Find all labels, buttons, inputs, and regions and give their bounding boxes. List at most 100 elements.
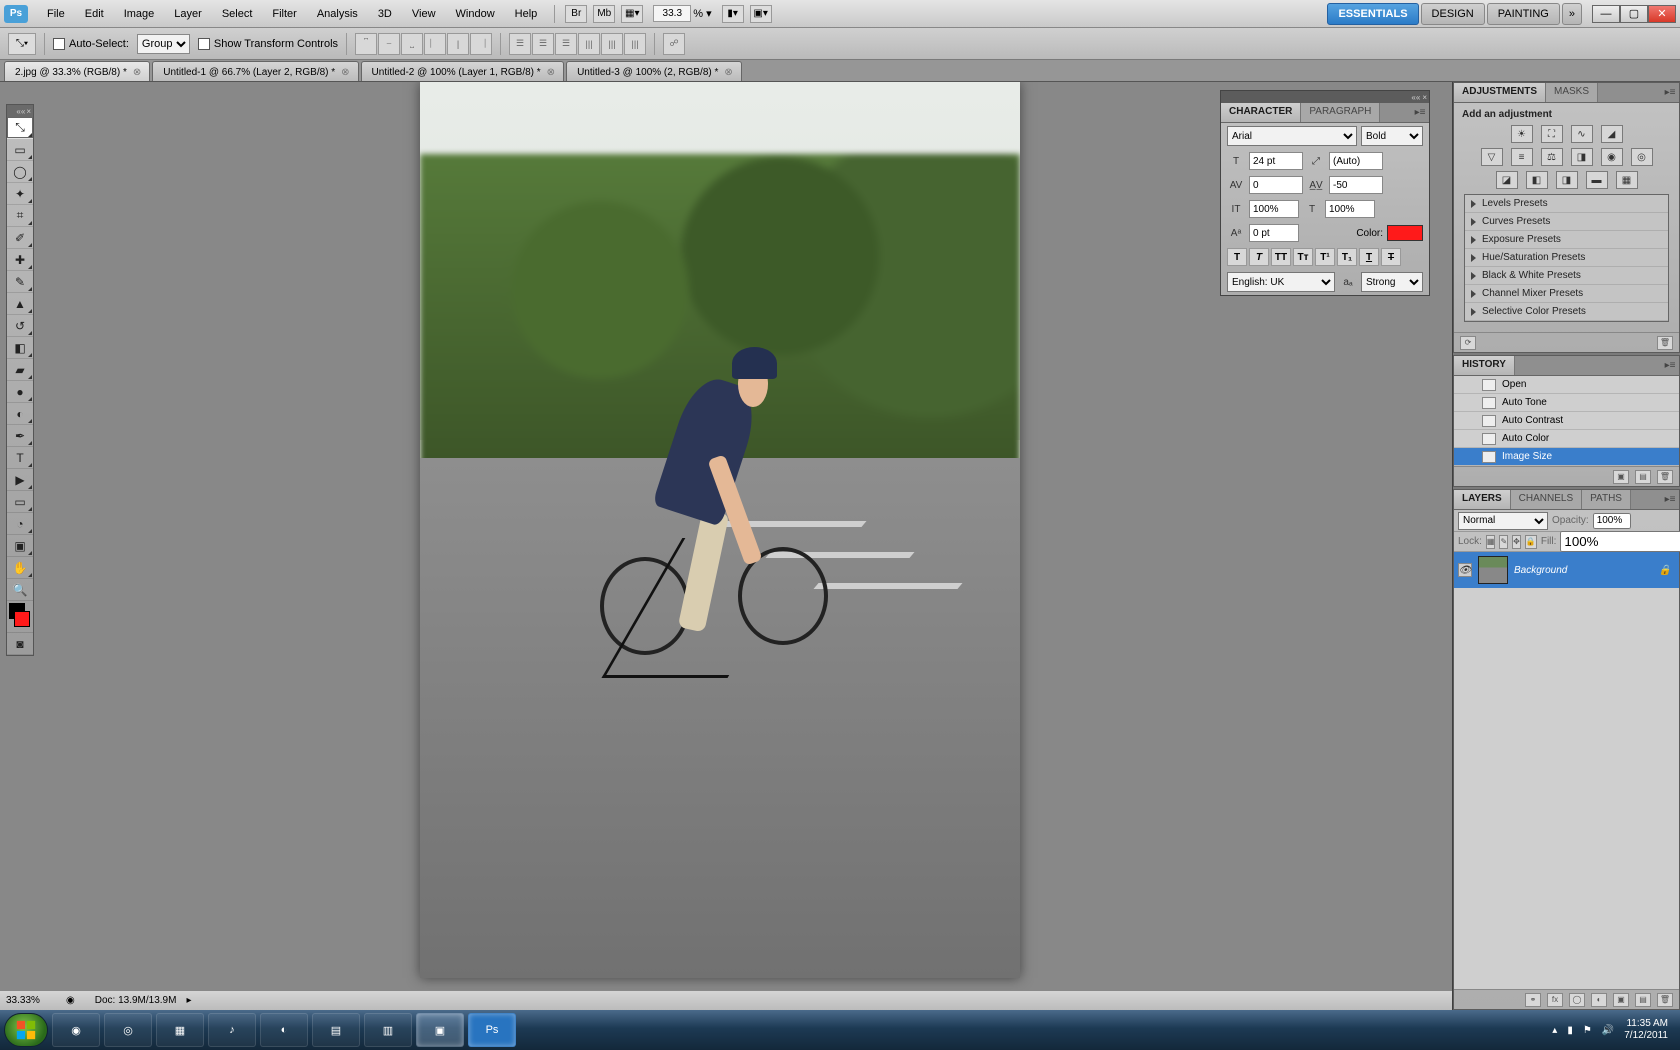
window-maximize[interactable]: ▢ bbox=[1620, 5, 1648, 23]
arrange-docs-icon[interactable]: ▮▾ bbox=[722, 5, 744, 23]
menu-filter[interactable]: Filter bbox=[263, 5, 305, 23]
lock-pixels-icon[interactable]: ▦ bbox=[1486, 535, 1496, 549]
blend-mode-select[interactable]: Normal bbox=[1458, 512, 1548, 530]
show-transform-checkbox[interactable]: Show Transform Controls bbox=[198, 38, 338, 50]
dist-top[interactable]: ☰ bbox=[509, 33, 531, 55]
taskbar-itunes[interactable]: ♪ bbox=[208, 1013, 256, 1047]
curves-icon[interactable]: ∿ bbox=[1571, 125, 1593, 143]
quick-mask-toggle[interactable]: ◙ bbox=[7, 633, 33, 655]
text-color-swatch[interactable] bbox=[1387, 225, 1423, 241]
menu-layer[interactable]: Layer bbox=[165, 5, 211, 23]
lock-paint-icon[interactable]: ✎ bbox=[1499, 535, 1508, 549]
tab-channels[interactable]: CHANNELS bbox=[1511, 490, 1582, 509]
lock-move-icon[interactable]: ✥ bbox=[1512, 535, 1521, 549]
layer-thumbnail[interactable] bbox=[1478, 556, 1508, 584]
menu-help[interactable]: Help bbox=[506, 5, 547, 23]
tab-masks[interactable]: MASKS bbox=[1546, 83, 1598, 102]
window-minimize[interactable]: — bbox=[1592, 5, 1620, 23]
panel-menu-icon[interactable]: ▸≡ bbox=[1661, 356, 1679, 375]
superscript[interactable]: T¹ bbox=[1315, 248, 1335, 266]
gradient-tool[interactable]: ▰ bbox=[7, 359, 33, 381]
healing-tool[interactable]: ✚ bbox=[7, 249, 33, 271]
language-select[interactable]: English: UK bbox=[1227, 272, 1335, 292]
dist-bottom[interactable]: ☰ bbox=[555, 33, 577, 55]
channel-mixer-icon[interactable]: ◎ bbox=[1631, 148, 1653, 166]
adj-layer-icon[interactable]: ◐ bbox=[1591, 993, 1607, 1007]
menu-analysis[interactable]: Analysis bbox=[308, 5, 367, 23]
preset-item[interactable]: Hue/Saturation Presets bbox=[1465, 249, 1668, 267]
history-step[interactable]: Open bbox=[1454, 376, 1679, 394]
menu-3d[interactable]: 3D bbox=[369, 5, 401, 23]
zoom-tool[interactable]: 🔍 bbox=[7, 579, 33, 601]
window-close[interactable]: ✕ bbox=[1648, 5, 1676, 23]
threshold-icon[interactable]: ◨ bbox=[1556, 171, 1578, 189]
move-tool[interactable]: ⤡ bbox=[7, 117, 33, 139]
tab-layers[interactable]: LAYERS bbox=[1454, 490, 1511, 509]
workspace-more[interactable]: » bbox=[1562, 3, 1582, 25]
taskbar-app[interactable]: ▦ bbox=[156, 1013, 204, 1047]
tab-adjustments[interactable]: ADJUSTMENTS bbox=[1454, 83, 1546, 102]
screen-mode-icon[interactable]: ▣▾ bbox=[750, 5, 772, 23]
tray-arrow-icon[interactable]: ▴ bbox=[1552, 1025, 1557, 1036]
color-balance-icon[interactable]: ⚖ bbox=[1541, 148, 1563, 166]
history-step[interactable]: Auto Color bbox=[1454, 430, 1679, 448]
taskbar-window[interactable]: ▣ bbox=[416, 1013, 464, 1047]
path-select-tool[interactable]: ▶ bbox=[7, 469, 33, 491]
status-doc-size[interactable]: Doc: 13.9M/13.9M bbox=[95, 995, 177, 1006]
menu-image[interactable]: Image bbox=[115, 5, 164, 23]
layer-name[interactable]: Background bbox=[1514, 565, 1567, 576]
font-family-select[interactable]: Arial bbox=[1227, 126, 1357, 146]
tab-paths[interactable]: PATHS bbox=[1582, 490, 1631, 509]
align-right[interactable]: ⎹ bbox=[470, 33, 492, 55]
start-button[interactable] bbox=[4, 1013, 48, 1047]
panel-menu-icon[interactable]: ▸≡ bbox=[1661, 83, 1679, 102]
close-tab-icon[interactable]: ⊗ bbox=[133, 67, 141, 78]
taskbar-app2[interactable]: ◐ bbox=[260, 1013, 308, 1047]
dist-hcenter[interactable]: ||| bbox=[601, 33, 623, 55]
color-swatches[interactable] bbox=[7, 601, 33, 633]
document-tab[interactable]: Untitled-3 @ 100% (2, RGB/8) *⊗ bbox=[566, 61, 742, 81]
tray-network-icon[interactable]: ▮ bbox=[1567, 1025, 1573, 1036]
menu-select[interactable]: Select bbox=[213, 5, 262, 23]
pen-tool[interactable]: ✒ bbox=[7, 425, 33, 447]
3d-tool[interactable]: ◔ bbox=[7, 513, 33, 535]
auto-select-checkbox[interactable]: Auto-Select: bbox=[53, 38, 129, 50]
levels-icon[interactable]: ⛶ bbox=[1541, 125, 1563, 143]
eraser-tool[interactable]: ◧ bbox=[7, 337, 33, 359]
tray-action-icon[interactable]: ⚑ bbox=[1583, 1025, 1592, 1036]
crop-tool[interactable]: ⌗ bbox=[7, 205, 33, 227]
document-tab[interactable]: Untitled-2 @ 100% (Layer 1, RGB/8) *⊗ bbox=[361, 61, 565, 81]
photo-filter-icon[interactable]: ◉ bbox=[1601, 148, 1623, 166]
selective-color-icon[interactable]: ▦ bbox=[1616, 171, 1638, 189]
preset-item[interactable]: Exposure Presets bbox=[1465, 231, 1668, 249]
tab-character[interactable]: CHARACTER bbox=[1221, 103, 1301, 122]
leading-field[interactable] bbox=[1329, 152, 1383, 170]
minibridge-icon[interactable]: Mb bbox=[593, 5, 615, 23]
marquee-tool[interactable]: ▭ bbox=[7, 139, 33, 161]
collapse-icon[interactable]: «« bbox=[1411, 93, 1420, 102]
visibility-icon[interactable]: 👁 bbox=[1458, 563, 1472, 577]
taskbar-chrome[interactable]: ◉ bbox=[52, 1013, 100, 1047]
document-tab[interactable]: Untitled-1 @ 66.7% (Layer 2, RGB/8) *⊗ bbox=[152, 61, 358, 81]
zoom-field[interactable] bbox=[653, 5, 691, 22]
history-new-icon[interactable]: ▤ bbox=[1635, 470, 1651, 484]
new-layer-icon[interactable]: ▤ bbox=[1635, 993, 1651, 1007]
font-style-select[interactable]: Bold bbox=[1361, 126, 1423, 146]
preset-item[interactable]: Levels Presets bbox=[1465, 195, 1668, 213]
fill-field[interactable] bbox=[1560, 531, 1680, 552]
brush-tool[interactable]: ✎ bbox=[7, 271, 33, 293]
hue-icon[interactable]: ≡ bbox=[1511, 148, 1533, 166]
link-layers-icon[interactable]: ⚭ bbox=[1525, 993, 1541, 1007]
history-step-current[interactable]: Image Size bbox=[1454, 448, 1679, 466]
adjust-toggle-icon[interactable]: ⟳ bbox=[1460, 336, 1476, 350]
view-extras-icon[interactable]: ▦▾ bbox=[621, 5, 643, 23]
vibrance-icon[interactable]: ▽ bbox=[1481, 148, 1503, 166]
menu-view[interactable]: View bbox=[403, 5, 445, 23]
invert-icon[interactable]: ◪ bbox=[1496, 171, 1518, 189]
type-tool[interactable]: T bbox=[7, 447, 33, 469]
tab-paragraph[interactable]: PARAGRAPH bbox=[1301, 103, 1380, 122]
fx-icon[interactable]: fx bbox=[1547, 993, 1563, 1007]
panel-menu-icon[interactable]: ▸≡ bbox=[1661, 490, 1679, 509]
strikethrough[interactable]: T bbox=[1381, 248, 1401, 266]
blur-tool[interactable]: ● bbox=[7, 381, 33, 403]
